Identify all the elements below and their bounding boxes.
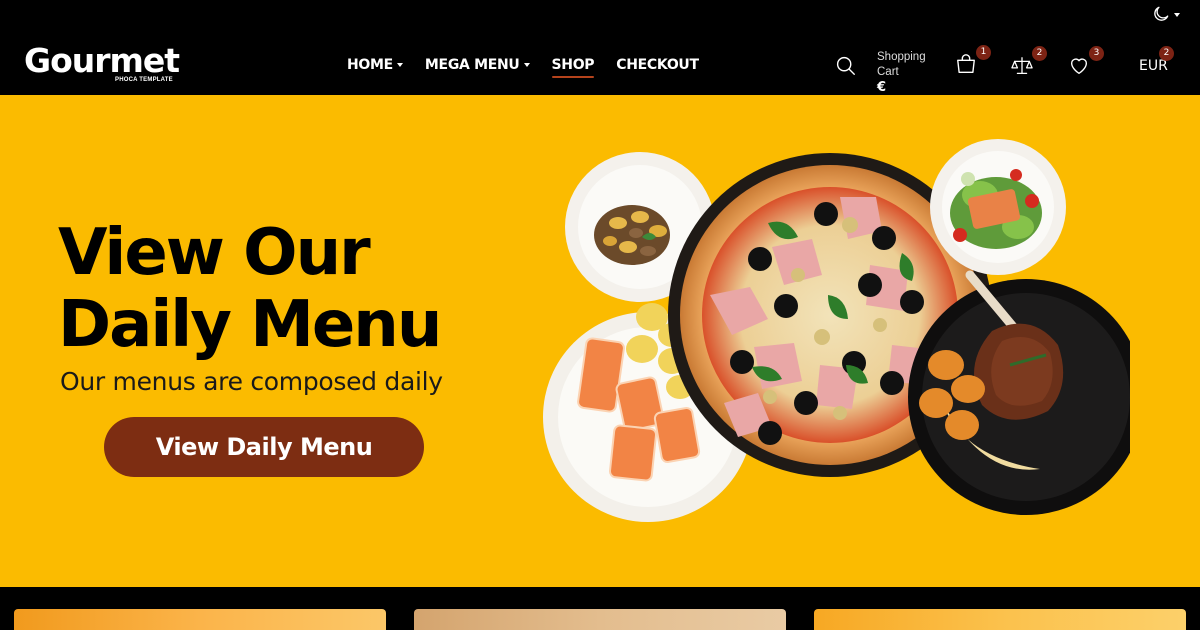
promo-card-2[interactable] (414, 609, 786, 630)
wishlist-count-badge: 3 (1089, 46, 1104, 61)
compare-button[interactable] (1011, 55, 1033, 77)
view-daily-menu-button[interactable]: View Daily Menu (104, 417, 424, 477)
hero-title: View Our Daily Menu (58, 216, 442, 362)
nav-item-shop[interactable]: SHOP (551, 57, 595, 78)
nav-item-checkout[interactable]: CHECKOUT (616, 57, 699, 73)
nav-item-label: HOME (347, 57, 393, 73)
site-logo[interactable]: Gourmet PHOCA TEMPLATE (24, 41, 180, 84)
scale-icon (1011, 57, 1033, 74)
chevron-down-icon (1174, 13, 1180, 17)
cart-label: Shopping Cart (877, 51, 926, 78)
cart-button[interactable] (955, 53, 977, 75)
search-icon (836, 56, 855, 75)
wishlist-button[interactable] (1068, 55, 1090, 77)
salad-plate (930, 139, 1066, 275)
currency-count-badge: 2 (1159, 46, 1174, 61)
hero-subtitle: Our menus are composed daily (60, 367, 443, 396)
main-nav: HOME MEGA MENU SHOP CHECKOUT (347, 57, 721, 78)
nav-item-label: MEGA MENU (424, 57, 520, 73)
nav-item-label: CHECKOUT (616, 57, 699, 73)
moon-icon (1154, 6, 1169, 21)
cart-count-badge: 1 (976, 45, 991, 60)
food-plates-image (543, 139, 1130, 522)
search-button[interactable] (835, 55, 856, 76)
site-header: Gourmet PHOCA TEMPLATE HOME MEGA MENU SH… (0, 0, 1200, 110)
promo-card-1[interactable] (14, 609, 386, 630)
heart-icon (1070, 58, 1088, 75)
promo-card-3[interactable] (814, 609, 1186, 630)
chevron-down-icon (523, 63, 530, 67)
nav-item-mega-menu[interactable]: MEGA MENU (425, 57, 530, 73)
logo-name: Gourmet (24, 41, 180, 80)
theme-toggle[interactable] (1151, 4, 1180, 24)
chevron-down-icon (396, 63, 403, 67)
compare-count-badge: 2 (1032, 46, 1047, 61)
nav-item-home[interactable]: HOME (347, 57, 403, 73)
logo-tagline: PHOCA TEMPLATE (115, 77, 173, 83)
shopping-bag-icon (957, 54, 975, 73)
promo-cards (0, 587, 1200, 630)
nav-item-label: SHOP (551, 57, 595, 73)
hero-banner: View Our Daily Menu Our menus are compos… (0, 95, 1200, 587)
